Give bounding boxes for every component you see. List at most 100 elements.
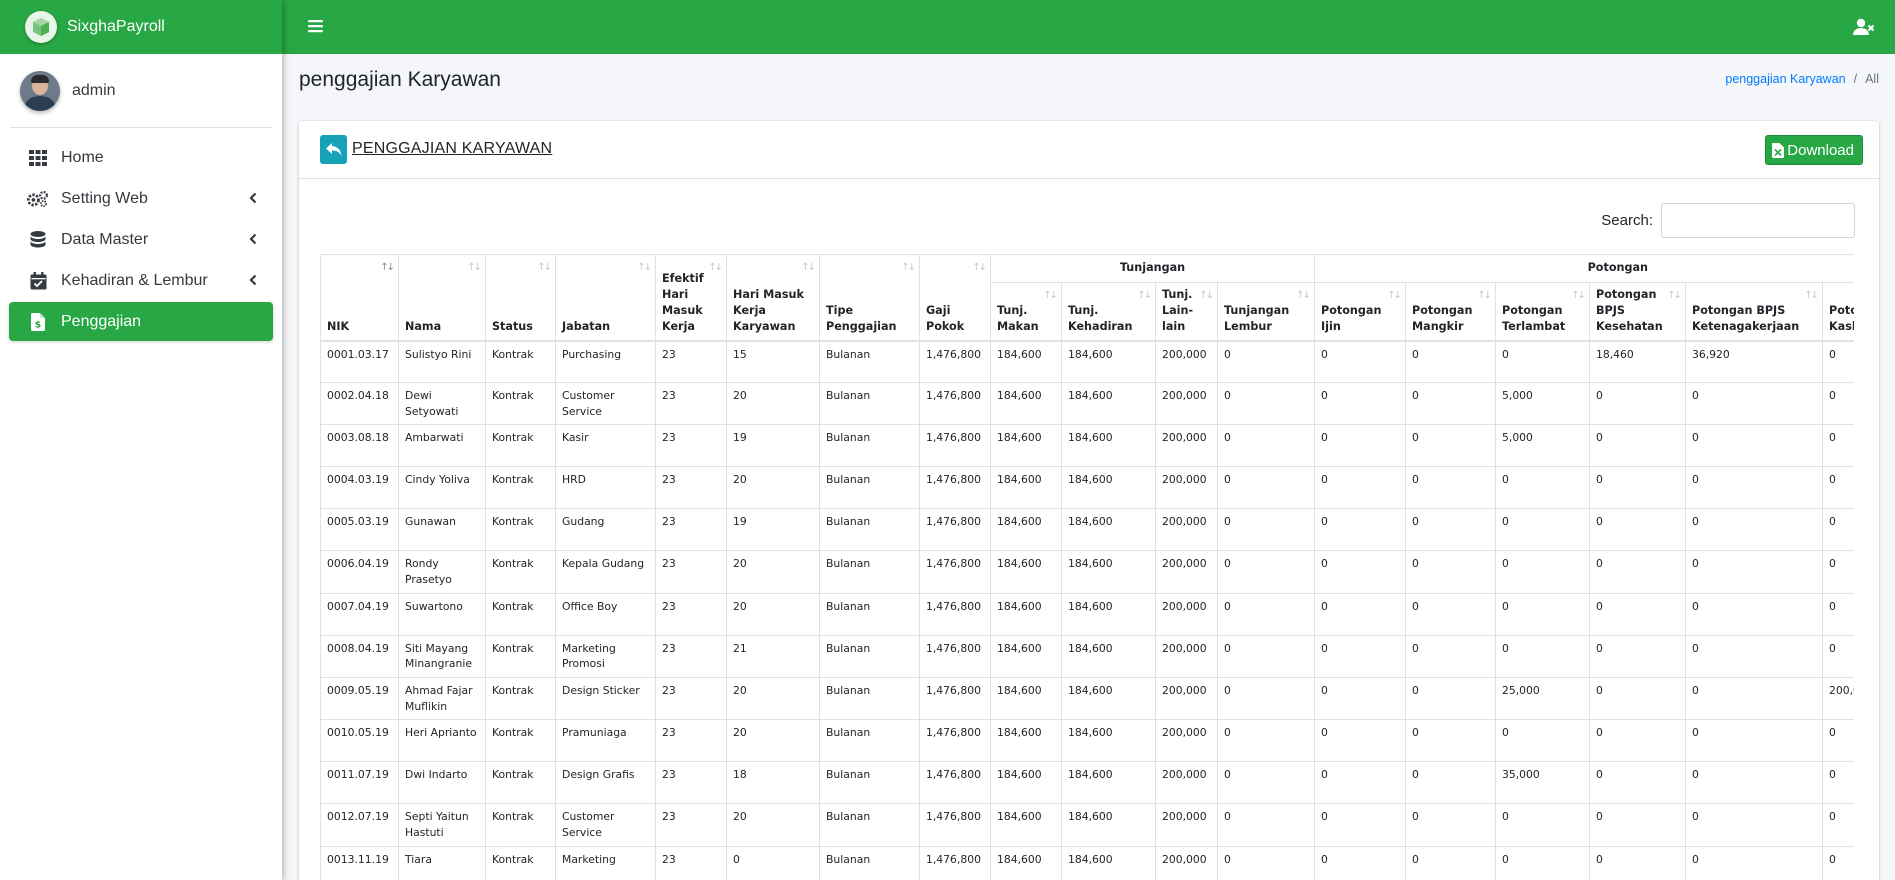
table-cell: HRD — [555, 466, 656, 509]
table-cell: Purchasing — [555, 340, 656, 383]
sidebar-item-label: Data Master — [61, 230, 149, 248]
table-cell: 20 — [726, 592, 820, 636]
table-cell: Siti Mayang Minangranie — [398, 634, 486, 678]
table-cell: 184,600 — [1061, 382, 1156, 425]
col-header-pot-bpjs-tk[interactable]: Potongan BPJS Ketenagakerjaan ↑↓ — [1685, 281, 1823, 342]
col-header-nik[interactable]: NIK ↑↓ — [320, 254, 399, 342]
table-cell: 184,600 — [1061, 592, 1156, 636]
table-cell: 200,000 — [1155, 424, 1218, 467]
col-header-hari-masuk[interactable]: Hari Masuk Kerja Karyawan ↑↓ — [726, 254, 820, 342]
table-cell: 0 — [1314, 550, 1406, 594]
menu-toggle-icon[interactable] — [308, 18, 324, 39]
sidebar-nav: Home Setting Web Data Master Kehadiran &… — [0, 128, 282, 353]
table-cell: Design Grafis — [555, 761, 656, 804]
card-title[interactable]: PENGGAJIAN KARYAWAN — [352, 140, 552, 158]
table-cell: 20 — [726, 550, 820, 594]
col-header-pot-ijin[interactable]: Potongan Ijin ↑↓ — [1314, 281, 1406, 342]
table-cell: Bulanan — [819, 634, 920, 678]
table-cell: Dwi Indarto — [398, 761, 486, 804]
table-cell: Tiara — [398, 845, 486, 880]
table-cell: 184,600 — [990, 719, 1062, 762]
table-row: 0012.07.19 Septi Yaitun Hastuti Kontrak Cus… — [320, 803, 1854, 847]
col-header-tipe[interactable]: Tipe Penggajian ↑↓ — [819, 254, 920, 342]
payroll-table: NIK ↑↓ Nama ↑↓ Status ↑↓ Jabatan ↑↓ Efektif … — [320, 254, 1854, 880]
table-cell: 23 — [655, 466, 727, 509]
table-cell: 0004.03.19 — [320, 466, 399, 509]
sort-icon: ↑↓ — [1667, 290, 1682, 301]
table-cell: 0 — [1589, 424, 1686, 467]
table-cell: 184,600 — [1061, 634, 1156, 678]
col-header-pot-terlambat[interactable]: Potongan Terlambat ↑↓ — [1495, 281, 1590, 342]
col-header-nama[interactable]: Nama ↑↓ — [398, 254, 486, 342]
table-cell: 15 — [726, 340, 820, 383]
search-label: Search: — [1601, 212, 1653, 229]
col-header-gaji-pokok[interactable]: Gaji Pokok ↑↓ — [919, 254, 991, 342]
table-cell: 184,600 — [990, 592, 1062, 636]
table-row: 0010.05.19 Heri Aprianto Kontrak Pramuniaga… — [320, 719, 1854, 762]
table-cell: Cindy Yoliva — [398, 466, 486, 509]
sidebar-item-home[interactable]: Home — [9, 138, 273, 177]
back-button[interactable] — [320, 135, 347, 164]
breadcrumb-link[interactable]: penggajian Karyawan — [1725, 72, 1845, 86]
user-logout-icon[interactable] — [1853, 18, 1875, 41]
table-cell: 18,460 — [1589, 340, 1686, 383]
table-cell: Office Boy — [555, 592, 656, 636]
table-cell: Bulanan — [819, 719, 920, 762]
col-header-tunj-lembur[interactable]: Tunjangan Lembur ↑↓ — [1216, 281, 1315, 342]
sidebar-item-data-master[interactable]: Data Master — [9, 220, 273, 259]
table-cell: Septi Yaitun Hastuti — [398, 803, 486, 847]
table-cell: 0 — [1405, 845, 1496, 880]
table-cell: Bulanan — [819, 845, 920, 880]
table-cell: 0 — [1216, 424, 1315, 467]
col-header-pot-mangkir[interactable]: Potongan Mangkir ↑↓ — [1405, 281, 1496, 342]
table-cell: 0 — [1314, 508, 1406, 551]
reply-icon — [325, 142, 341, 156]
table-cell: Kontrak — [485, 424, 556, 467]
table-cell: 0 — [1822, 761, 1854, 804]
table-cell: Bulanan — [819, 424, 920, 467]
table-cell: 0 — [1685, 550, 1823, 594]
col-header-efektif-hari[interactable]: Efektif Hari Masuk Kerja ↑↓ — [655, 254, 727, 342]
col-header-jabatan[interactable]: Jabatan ↑↓ — [555, 254, 656, 342]
table-cell: 0011.07.19 — [320, 761, 399, 804]
table-cell: 200,000 — [1155, 803, 1218, 847]
table-cell: 184,600 — [1061, 508, 1156, 551]
table-cell: 1,476,800 — [919, 508, 991, 551]
table-cell: 1,476,800 — [919, 761, 991, 804]
brand-link[interactable]: SixghaPayroll — [0, 0, 282, 54]
table-cell: Bulanan — [819, 508, 920, 551]
col-header-tunj-lain[interactable]: Tunj. Lain-lain ↑↓ — [1155, 281, 1218, 342]
col-header-tunj-makan[interactable]: Tunj. Makan ↑↓ — [990, 281, 1062, 342]
download-button[interactable]: Download — [1765, 135, 1863, 165]
table-cell: 184,600 — [990, 424, 1062, 467]
col-header-status[interactable]: Status ↑↓ — [485, 254, 556, 342]
table-cell: 1,476,800 — [919, 677, 991, 720]
table-cell: 0 — [1589, 803, 1686, 847]
table-row: 0004.03.19 Cindy Yoliva Kontrak HRD 23 20 Bula… — [320, 466, 1854, 509]
table-cell: 0 — [1405, 550, 1496, 594]
search-input[interactable] — [1661, 203, 1855, 238]
user-name[interactable]: admin — [72, 82, 116, 100]
sidebar-item-kehadiran-lembur[interactable]: Kehadiran & Lembur — [9, 261, 273, 300]
table-cell: Marketing Promosi — [555, 634, 656, 678]
table-row: 0008.04.19 Siti Mayang Minangranie Kontrak… — [320, 634, 1854, 678]
table-cell: 184,600 — [1061, 677, 1156, 720]
table-cell: 0 — [1589, 845, 1686, 880]
col-header-pot-bpjs-kes[interactable]: Potongan BPJS Kesehatan ↑↓ — [1589, 281, 1686, 342]
table-cell: 200,000 — [1155, 382, 1218, 425]
table-cell: 0 — [1405, 466, 1496, 509]
table-cell: 0 — [1685, 803, 1823, 847]
col-header-tunj-kehadiran[interactable]: Tunj. Kehadiran ↑↓ — [1061, 281, 1156, 342]
table-cell: 0 — [1495, 466, 1590, 509]
breadcrumb-current: All — [1865, 72, 1879, 86]
sidebar-item-penggajian[interactable]: $ Penggajian — [9, 302, 273, 341]
table-cell: 184,600 — [1061, 550, 1156, 594]
table-row: 0009.05.19 Ahmad Fajar Muflikin Kontrak Des… — [320, 677, 1854, 720]
user-panel[interactable]: admin — [10, 54, 272, 128]
table-scroll-container[interactable]: NIK ↑↓ Nama ↑↓ Status ↑↓ Jabatan ↑↓ Efektif … — [320, 254, 1854, 880]
sidebar-item-setting-web[interactable]: Setting Web — [9, 179, 273, 218]
col-header-pot-kasbon[interactable]: Potongan Kasbon↑↓ — [1822, 281, 1854, 342]
table-cell: 0 — [1495, 803, 1590, 847]
table-cell: 1,476,800 — [919, 550, 991, 594]
table-cell: Kontrak — [485, 382, 556, 425]
